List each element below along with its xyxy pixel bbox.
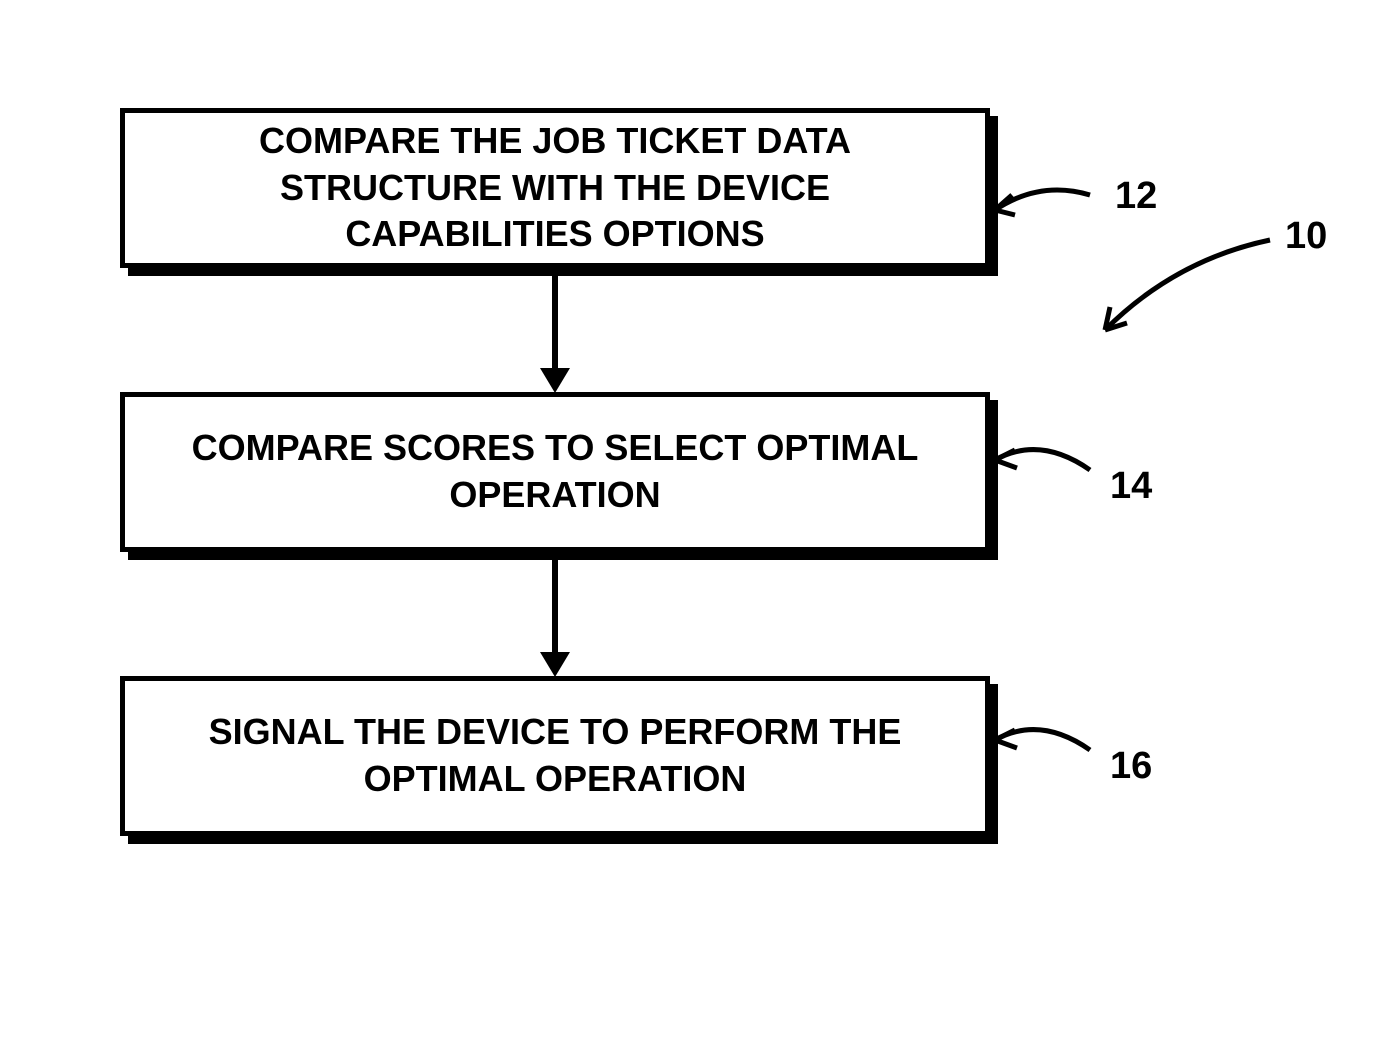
callout-curve-10 xyxy=(1095,230,1295,370)
callout-curve-14 xyxy=(990,440,1130,520)
arrow-1-line xyxy=(552,276,558,371)
box1-text: COMPARE THE JOB TICKET DATA STRUCTURE WI… xyxy=(155,118,955,258)
flowchart-box-2: COMPARE SCORES TO SELECT OPTIMAL OPERATI… xyxy=(120,392,990,552)
flowchart-box-1: COMPARE THE JOB TICKET DATA STRUCTURE WI… xyxy=(120,108,990,268)
arrow-2-head xyxy=(540,652,570,677)
arrow-1-head xyxy=(540,368,570,393)
label-14: 14 xyxy=(1110,465,1152,508)
label-12: 12 xyxy=(1115,175,1157,218)
box3-text: SIGNAL THE DEVICE TO PERFORM THE OPTIMAL… xyxy=(155,709,955,803)
arrow-2-line xyxy=(552,560,558,655)
callout-curve-16 xyxy=(990,720,1130,800)
box2-text: COMPARE SCORES TO SELECT OPTIMAL OPERATI… xyxy=(155,425,955,519)
label-10: 10 xyxy=(1285,215,1327,258)
label-16: 16 xyxy=(1110,745,1152,788)
flowchart-box-3: SIGNAL THE DEVICE TO PERFORM THE OPTIMAL… xyxy=(120,676,990,836)
